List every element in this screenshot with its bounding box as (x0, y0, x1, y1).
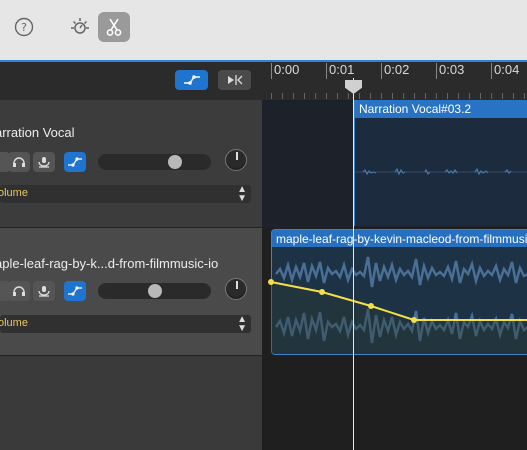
track-header-toolbar (0, 62, 262, 101)
tracks-area[interactable]: 0:00 0:01 0:02 0:03 0:04 Narration Vocal… (262, 62, 527, 450)
automation-button[interactable] (175, 70, 208, 90)
track-header-music[interactable]: aple-leaf-rag-by-k...d-from-filmmusic-io… (0, 228, 262, 356)
automation-point[interactable] (368, 303, 374, 309)
automation-point[interactable] (411, 317, 417, 323)
chevron-updown-icon: ▲ ▼ (237, 184, 247, 204)
volume-slider[interactable] (98, 283, 211, 299)
playhead[interactable] (353, 78, 354, 450)
volume-automation-curve[interactable] (262, 62, 527, 450)
automation-curve-icon (68, 286, 82, 296)
input-monitoring-icon[interactable] (33, 152, 55, 172)
automation-parameter-label: olume (0, 317, 28, 329)
scissors-icon[interactable] (98, 12, 130, 42)
automation-point[interactable] (319, 289, 325, 295)
chevron-updown-icon: ▲ ▼ (237, 314, 247, 334)
automation-parameter-select[interactable]: olume ▲ ▼ (0, 184, 251, 204)
automation-curve-icon (183, 75, 200, 85)
track-name[interactable]: arration Vocal (0, 125, 75, 140)
pan-knob[interactable] (225, 149, 247, 171)
headphones-icon[interactable] (8, 152, 30, 172)
help-icon[interactable]: ? (13, 16, 35, 38)
track-header-narration[interactable]: arration Vocal olume ▲ ▼ (0, 100, 262, 228)
volume-slider-knob[interactable] (167, 155, 182, 169)
track-automation-button[interactable] (64, 281, 86, 301)
automation-curve-icon (68, 157, 82, 167)
automation-parameter-select[interactable]: olume ▲ ▼ (0, 314, 251, 334)
automation-point[interactable] (268, 279, 274, 285)
volume-slider-knob[interactable] (147, 284, 162, 298)
snap-to-automation-button[interactable] (218, 70, 251, 90)
track-automation-button[interactable] (64, 152, 86, 172)
track-header-area: arration Vocal olume ▲ ▼ aple-leaf-rag-by… (0, 62, 262, 450)
volume-slider[interactable] (98, 154, 211, 170)
control-bar: ? (0, 0, 527, 62)
input-monitoring-icon[interactable] (33, 281, 55, 301)
svg-text:?: ? (21, 21, 27, 34)
pan-knob[interactable] (225, 278, 247, 300)
automation-parameter-label: olume (0, 187, 28, 199)
track-name[interactable]: aple-leaf-rag-by-k...d-from-filmmusic-io (0, 256, 218, 271)
smart-controls-icon[interactable] (68, 15, 92, 39)
automation-snap-icon (227, 75, 242, 85)
headphones-icon[interactable] (8, 281, 30, 301)
